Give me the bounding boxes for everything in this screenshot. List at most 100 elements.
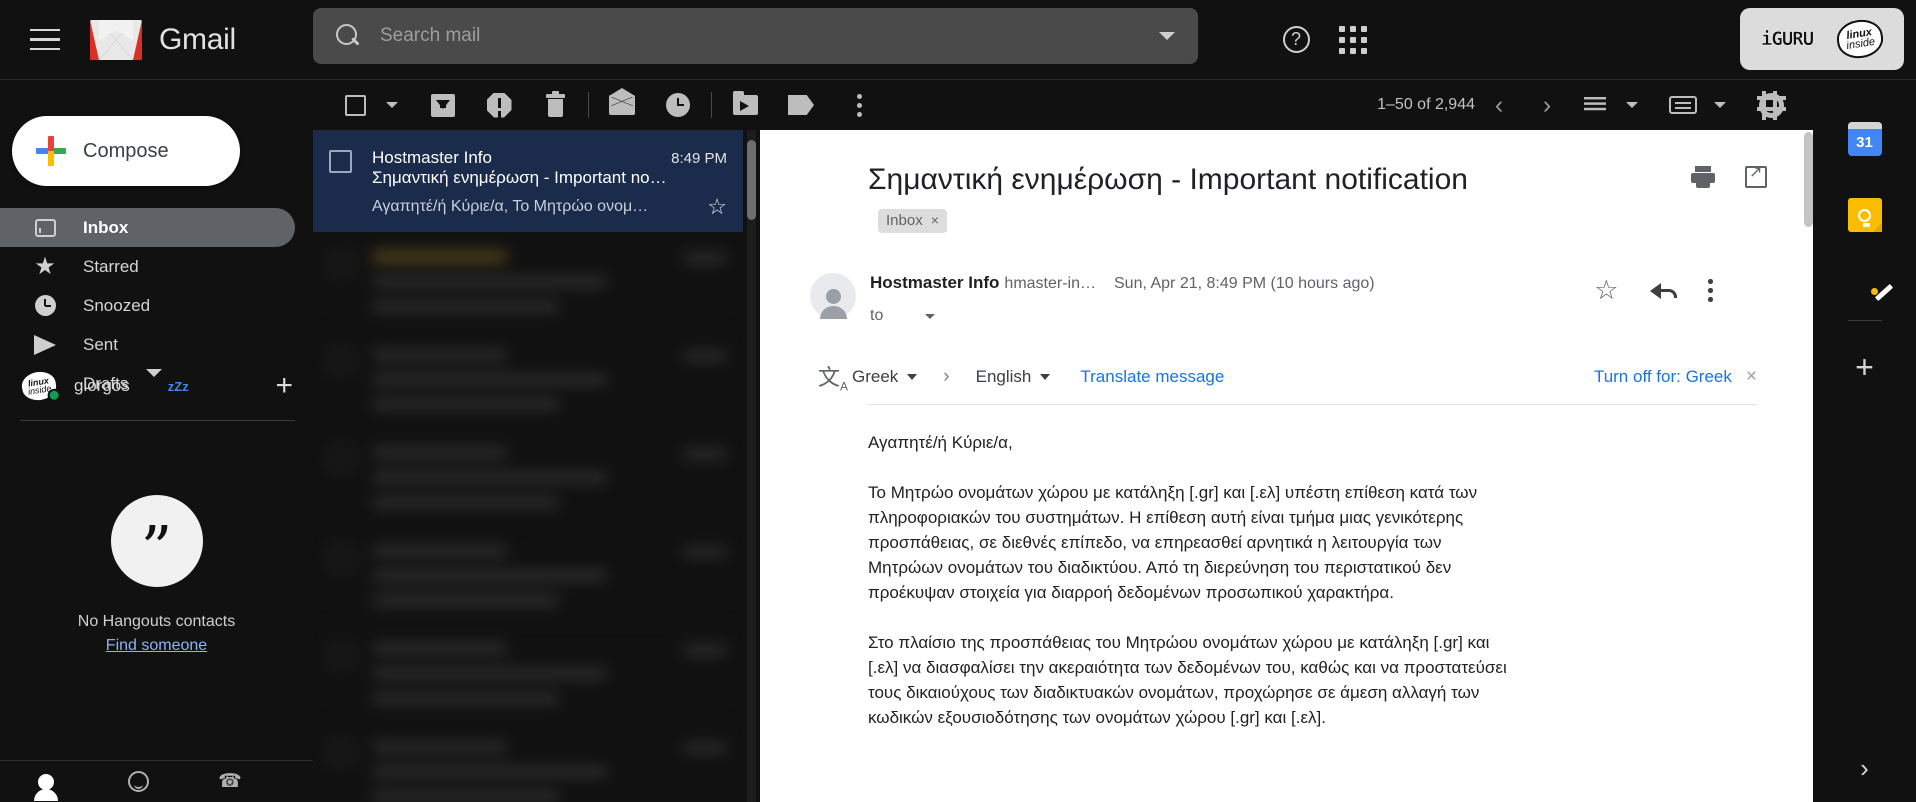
top-bar: Gmail ? iGURU linux inside bbox=[0, 0, 1916, 80]
list-item[interactable] bbox=[313, 330, 743, 428]
close-icon[interactable]: × bbox=[931, 211, 939, 229]
hangouts-tab-contacts[interactable] bbox=[0, 773, 92, 801]
next-page-button[interactable]: › bbox=[1523, 91, 1571, 120]
avatar bbox=[810, 273, 856, 320]
close-icon[interactable]: × bbox=[1746, 366, 1757, 388]
keyboard-options-icon[interactable] bbox=[1707, 81, 1733, 129]
snooze-button[interactable] bbox=[654, 81, 702, 129]
account-avatar[interactable]: iGURU linux inside bbox=[1740, 8, 1904, 70]
more-options-button[interactable] bbox=[835, 81, 883, 129]
mail-list-scroll-track bbox=[747, 130, 756, 802]
report-spam-icon bbox=[486, 92, 512, 118]
list-item[interactable] bbox=[313, 232, 743, 330]
mail-list-scrollbar[interactable] bbox=[747, 140, 756, 220]
list-item[interactable] bbox=[313, 624, 743, 722]
snooze-icon bbox=[666, 93, 690, 117]
reading-pane-scrollbar[interactable] bbox=[1804, 132, 1813, 227]
mail-list-item-selected[interactable]: Hostmaster Info 8:49 PM Σημαντική ενημέρ… bbox=[313, 130, 743, 232]
star-icon[interactable]: ☆ bbox=[707, 194, 727, 220]
account-name: iGURU bbox=[1760, 28, 1815, 50]
sidebar-item-snoozed[interactable]: Snoozed bbox=[0, 286, 295, 325]
new-conversation-button[interactable]: + bbox=[275, 371, 293, 401]
labels-button[interactable] bbox=[777, 81, 825, 129]
list-item[interactable] bbox=[313, 428, 743, 526]
more-icon[interactable] bbox=[1708, 288, 1713, 293]
hangouts-icon: ” bbox=[110, 495, 203, 587]
gmail-logo[interactable]: Gmail bbox=[90, 19, 236, 60]
archive-button[interactable] bbox=[419, 81, 467, 129]
mail-list-obscured-rows bbox=[313, 232, 743, 802]
keyboard-icon bbox=[1669, 96, 1697, 114]
search-icon bbox=[335, 23, 361, 49]
settings-button[interactable] bbox=[1747, 81, 1795, 129]
move-to-icon bbox=[732, 91, 758, 115]
keyboard-button[interactable] bbox=[1659, 81, 1707, 129]
toolbar-divider bbox=[711, 92, 712, 118]
move-to-button[interactable] bbox=[721, 81, 769, 129]
apps-grid-button[interactable] bbox=[1325, 12, 1381, 68]
archive-icon bbox=[431, 93, 455, 117]
message-actions: ☆ bbox=[1594, 277, 1713, 304]
previous-page-button[interactable]: ‹ bbox=[1475, 91, 1523, 120]
target-language-select[interactable]: English bbox=[976, 367, 1051, 387]
sidebar-item-starred[interactable]: ★ Starred bbox=[0, 247, 295, 286]
chevron-down-icon[interactable] bbox=[925, 313, 936, 319]
list-item[interactable] bbox=[313, 722, 743, 802]
reading-pane-actions bbox=[1691, 162, 1767, 188]
sidebar-item-label: Starred bbox=[83, 256, 139, 276]
display-density-button[interactable] bbox=[1571, 81, 1619, 129]
hangouts-tabs: ☎ bbox=[0, 760, 313, 802]
select-all-checkbox[interactable] bbox=[331, 81, 379, 129]
report-spam-button[interactable] bbox=[475, 81, 523, 129]
expand-panel-button[interactable]: › bbox=[1860, 753, 1869, 784]
compose-button[interactable]: Compose bbox=[12, 116, 240, 186]
open-in-new-window-icon[interactable] bbox=[1745, 162, 1767, 188]
star-icon[interactable]: ☆ bbox=[1594, 277, 1618, 304]
help-button[interactable]: ? bbox=[1268, 12, 1324, 68]
row-snippet: Αγαπητέ/ή Κύριε/α, Το Μητρώο ονομ… bbox=[372, 198, 649, 215]
translate-message-link[interactable]: Translate message bbox=[1080, 367, 1224, 387]
row-checkbox[interactable] bbox=[329, 150, 352, 173]
search-bar[interactable] bbox=[313, 8, 1198, 64]
translate-bar: 文A Greek › English Translate message Tur… bbox=[818, 359, 1757, 406]
rail-divider bbox=[1847, 320, 1882, 321]
find-someone-link[interactable]: Find someone bbox=[106, 637, 207, 655]
hangouts-tab-phone[interactable]: ☎ bbox=[184, 770, 276, 793]
search-input[interactable] bbox=[380, 25, 1144, 47]
mark-as-read-icon bbox=[609, 88, 635, 115]
mail-toolbar: 1–50 of 2,944 ‹ › bbox=[313, 80, 1813, 130]
select-options-icon[interactable] bbox=[379, 81, 405, 129]
search-options-icon[interactable] bbox=[1144, 13, 1190, 59]
sidebar-item-inbox[interactable]: Inbox bbox=[0, 208, 295, 247]
chevron-down-icon[interactable] bbox=[145, 369, 162, 395]
source-language-select[interactable]: Greek bbox=[852, 366, 918, 387]
turn-off-translation-link[interactable]: Turn off for: Greek bbox=[1594, 367, 1732, 387]
user-avatar[interactable]: linux inside bbox=[17, 367, 62, 405]
hangouts-tab-emoji[interactable] bbox=[92, 771, 184, 792]
main-menu-icon[interactable] bbox=[16, 11, 74, 69]
label-chip-text: Inbox bbox=[886, 211, 923, 229]
delete-button[interactable] bbox=[531, 81, 579, 129]
row-sender: Hostmaster Info bbox=[372, 148, 492, 167]
keep-button[interactable] bbox=[1847, 198, 1882, 232]
hangouts-empty-text: No Hangouts contacts bbox=[77, 613, 236, 630]
sender-row: Hostmaster Info hmaster-in… Sun, Apr 21, 8… bbox=[810, 273, 1757, 325]
print-icon[interactable] bbox=[1691, 166, 1715, 188]
email-body: Αγαπητέ/ή Κύριε/α, Το Μητρώο ονομάτων χώ… bbox=[868, 431, 1508, 731]
phone-icon: ☎ bbox=[218, 771, 242, 792]
source-language-label: Greek bbox=[852, 366, 899, 386]
recipient-row[interactable]: to bbox=[870, 307, 1375, 325]
label-chip-inbox[interactable]: Inbox × bbox=[878, 208, 947, 233]
add-addon-button[interactable]: + bbox=[1855, 351, 1874, 383]
emoji-icon bbox=[127, 771, 149, 792]
calendar-button[interactable]: 31 bbox=[1847, 122, 1882, 156]
density-options-icon[interactable] bbox=[1619, 81, 1645, 129]
hangouts-user-row[interactable]: linux inside giorgos zZz + bbox=[0, 350, 313, 422]
compose-label: Compose bbox=[83, 139, 169, 162]
email-paragraph: Στο πλαίσιο της προσπάθειας του Μητρώου … bbox=[868, 633, 1507, 728]
reply-icon[interactable] bbox=[1650, 281, 1678, 301]
mark-as-read-button[interactable] bbox=[598, 81, 646, 129]
list-item[interactable] bbox=[313, 526, 743, 624]
row-subject: Σημαντική ενημέρωση - Important no… bbox=[372, 168, 667, 187]
hangouts-empty-state: ” No Hangouts contacts Find someone bbox=[0, 495, 313, 655]
